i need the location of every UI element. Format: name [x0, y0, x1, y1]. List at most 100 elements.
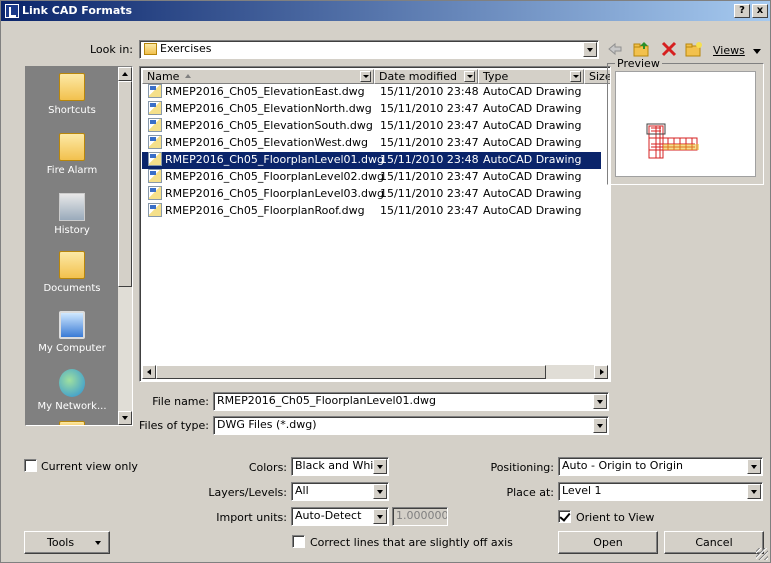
chevron-down-icon[interactable]: [747, 459, 761, 474]
file-row[interactable]: RMEP2016_Ch05_ElevationEast.dwg 15/11/20…: [142, 84, 601, 101]
column-date-modified[interactable]: Date modified: [374, 69, 478, 84]
place-at-select[interactable]: Level 1: [558, 482, 763, 501]
file-list-hscrollbar[interactable]: [142, 365, 608, 379]
scroll-thumb[interactable]: [118, 81, 132, 287]
look-in-value: Exercises: [160, 42, 212, 55]
file-row[interactable]: RMEP2016_Ch05_ElevationSouth.dwg 15/11/2…: [142, 118, 601, 135]
title-bar[interactable]: Link CAD Formats ? x: [1, 1, 770, 21]
cancel-button[interactable]: Cancel: [664, 531, 764, 554]
chevron-down-icon[interactable]: [747, 484, 761, 499]
layers-select[interactable]: All: [291, 482, 389, 501]
chevron-down-icon: [95, 541, 101, 545]
file-name-input[interactable]: RMEP2016_Ch05_FloorplanLevel01.dwg: [213, 392, 609, 411]
dwg-file-icon: [148, 169, 162, 183]
tools-label: Tools: [47, 536, 75, 549]
resize-grip[interactable]: [756, 548, 768, 560]
folder-icon: [59, 133, 85, 161]
place-my-network[interactable]: My Network...: [26, 369, 118, 412]
file-date-cell: 15/11/2010 23:48: [380, 85, 479, 98]
chevron-down-icon[interactable]: [593, 394, 607, 409]
chevron-down-icon[interactable]: [373, 509, 387, 524]
tools-button[interactable]: Tools: [24, 531, 110, 554]
file-name-cell: RMEP2016_Ch05_ElevationNorth.dwg: [165, 102, 372, 115]
file-name-cell: RMEP2016_Ch05_FloorplanLevel01.dwg: [165, 153, 384, 166]
file-date-cell: 15/11/2010 23:47: [380, 136, 479, 149]
views-chevron-icon[interactable]: [753, 49, 761, 54]
chevron-down-icon[interactable]: [373, 459, 387, 474]
dwg-file-icon: [148, 84, 162, 98]
open-button[interactable]: Open: [558, 531, 658, 554]
place-label: Documents: [43, 283, 101, 294]
folder-icon: [59, 421, 85, 425]
column-type-filter-icon[interactable]: [570, 71, 581, 82]
file-date-cell: 15/11/2010 23:47: [380, 102, 479, 115]
file-row[interactable]: RMEP2016_Ch05_FloorplanRoof.dwg 15/11/20…: [142, 203, 601, 220]
documents-folder-icon: [59, 251, 85, 279]
import-units-select[interactable]: Auto-Detect: [291, 507, 389, 526]
file-type-cell: AutoCAD Drawing: [483, 170, 582, 183]
file-row[interactable]: RMEP2016_Ch05_ElevationNorth.dwg 15/11/2…: [142, 101, 601, 118]
file-name-cell: RMEP2016_Ch05_ElevationSouth.dwg: [165, 119, 373, 132]
scroll-right-button[interactable]: [594, 365, 608, 379]
scroll-left-button[interactable]: [142, 365, 156, 379]
file-type-cell: AutoCAD Drawing: [483, 204, 582, 217]
correct-lines-label: Correct lines that are slightly off axis: [310, 536, 513, 549]
chevron-down-icon[interactable]: [373, 484, 387, 499]
current-view-only-checkbox[interactable]: [24, 459, 37, 472]
place-documents[interactable]: Documents: [26, 251, 118, 294]
file-row[interactable]: RMEP2016_Ch05_FloorplanLevel03.dwg 15/11…: [142, 186, 601, 203]
preview-image: [615, 71, 756, 177]
dwg-file-icon: [148, 101, 162, 115]
delete-icon[interactable]: [660, 41, 678, 57]
place-at-label: Place at:: [506, 486, 554, 499]
place-partial: [26, 421, 118, 425]
new-folder-icon[interactable]: [685, 41, 703, 57]
place-my-computer[interactable]: My Computer: [26, 311, 118, 354]
current-view-only-label: Current view only: [41, 460, 138, 473]
place-label: Shortcuts: [48, 105, 96, 116]
file-date-cell: 15/11/2010 23:47: [380, 187, 479, 200]
colors-value: Black and White: [295, 459, 385, 472]
file-type-select[interactable]: DWG Files (*.dwg): [213, 416, 609, 435]
revit-app-icon: [5, 4, 19, 18]
dwg-file-icon: [148, 152, 162, 166]
link-cad-formats-dialog: Link CAD Formats ? x Look in: Exercises …: [0, 0, 771, 563]
colors-label: Colors:: [248, 461, 287, 474]
place-label: History: [54, 225, 90, 236]
folder-icon: [59, 73, 85, 101]
file-type-label: Files of type:: [139, 419, 210, 432]
file-type-cell: AutoCAD Drawing: [483, 153, 582, 166]
file-row[interactable]: RMEP2016_Ch05_ElevationWest.dwg 15/11/20…: [142, 135, 601, 152]
look-in-select[interactable]: Exercises: [139, 40, 599, 59]
hscroll-thumb[interactable]: [156, 365, 546, 379]
file-date-cell: 15/11/2010 23:47: [380, 119, 479, 132]
up-folder-icon[interactable]: [633, 41, 651, 57]
place-fire-alarm[interactable]: Fire Alarm: [26, 133, 118, 176]
scroll-up-button[interactable]: [118, 67, 132, 81]
column-date-filter-icon[interactable]: [464, 71, 475, 82]
close-button[interactable]: x: [752, 4, 768, 18]
correct-lines-checkbox[interactable]: [292, 535, 305, 548]
chevron-down-icon[interactable]: [593, 418, 607, 433]
views-menu[interactable]: Views: [713, 44, 745, 57]
help-button[interactable]: ?: [734, 4, 750, 18]
column-type[interactable]: Type: [478, 69, 584, 84]
column-name-filter-icon[interactable]: [360, 71, 371, 82]
colors-select[interactable]: Black and White: [291, 457, 389, 476]
place-history[interactable]: History: [26, 193, 118, 236]
chevron-down-icon[interactable]: [583, 42, 597, 57]
orient-to-view-checkbox[interactable]: [558, 510, 571, 523]
places-scrollbar[interactable]: [118, 67, 132, 425]
positioning-select[interactable]: Auto - Origin to Origin: [558, 457, 763, 476]
layers-value: All: [295, 484, 309, 497]
file-type-cell: AutoCAD Drawing: [483, 85, 582, 98]
place-shortcuts[interactable]: Shortcuts: [26, 73, 118, 116]
back-icon[interactable]: [606, 41, 624, 57]
layers-label: Layers/Levels:: [208, 486, 287, 499]
column-name[interactable]: Name: [142, 69, 374, 84]
scroll-down-button[interactable]: [118, 411, 132, 425]
file-row-selected[interactable]: RMEP2016_Ch05_FloorplanLevel01.dwg 15/11…: [142, 152, 601, 169]
file-row[interactable]: RMEP2016_Ch05_FloorplanLevel02.dwg 15/11…: [142, 169, 601, 186]
dwg-file-icon: [148, 203, 162, 217]
file-type-cell: AutoCAD Drawing: [483, 136, 582, 149]
